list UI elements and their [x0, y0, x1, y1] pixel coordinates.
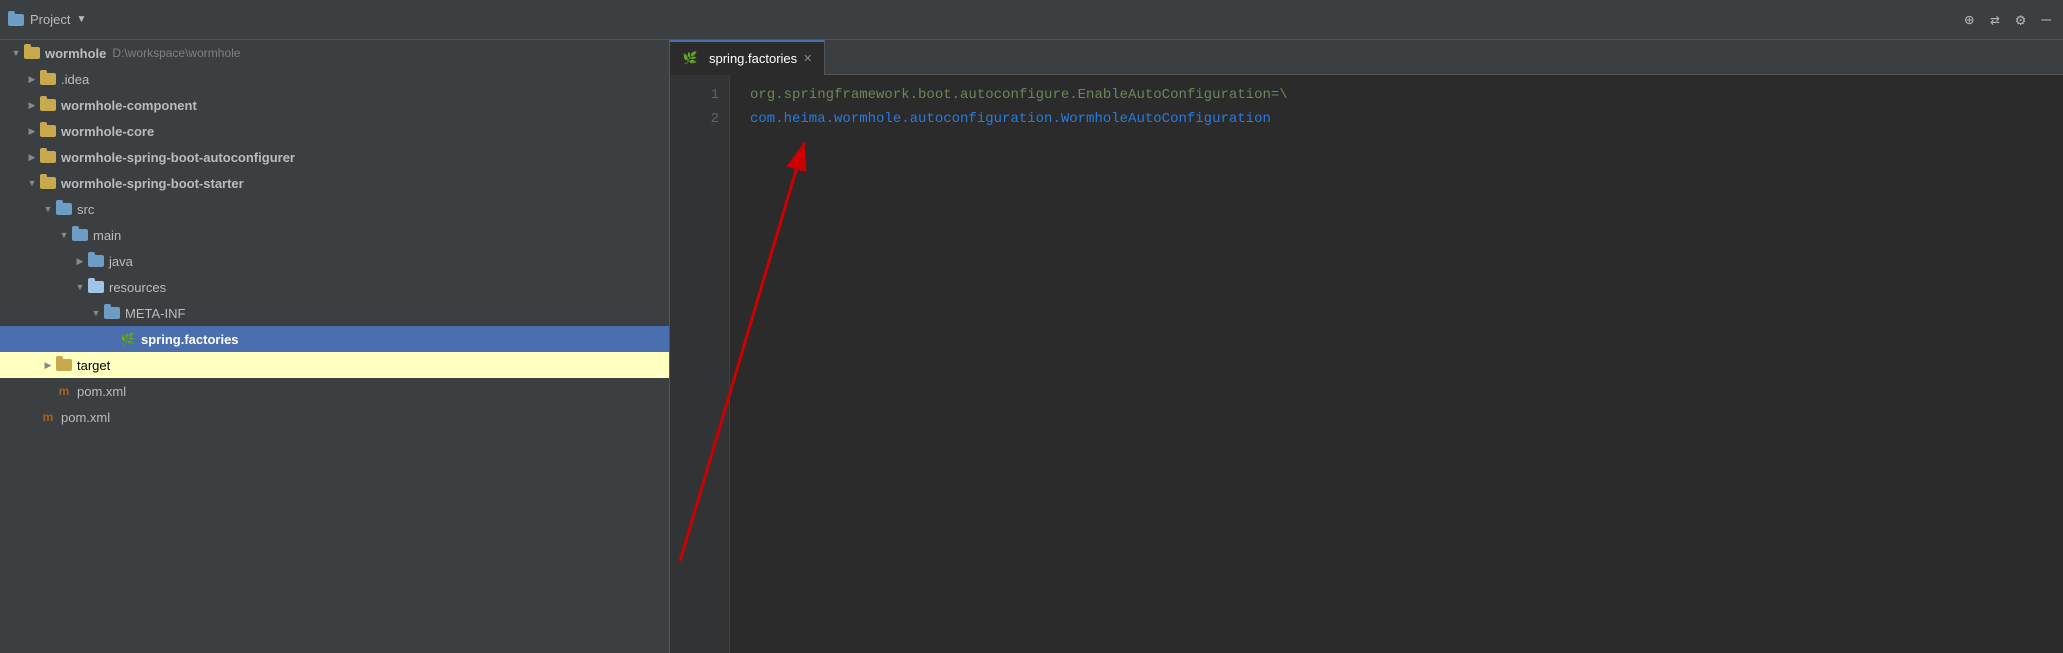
tree-label-java: java — [109, 254, 133, 269]
project-dropdown-arrow[interactable]: ▼ — [76, 14, 86, 25]
add-icon[interactable]: ⊕ — [1960, 8, 1978, 32]
tree-item-resources[interactable]: resources — [0, 274, 669, 300]
expand-arrow-component — [24, 97, 40, 113]
project-folder-icon — [8, 14, 24, 26]
folder-icon-java — [88, 255, 104, 267]
folder-icon-component — [40, 99, 56, 111]
folder-icon-starter — [40, 177, 56, 189]
folder-icon-autoconfigurer — [40, 151, 56, 163]
tab-label-spring-factories: spring.factories — [709, 51, 797, 66]
folder-icon-core — [40, 125, 56, 137]
toolbar: Project ▼ ⊕ ⇄ ⚙ — — [0, 0, 2063, 40]
tree-label-src: src — [77, 202, 94, 217]
tab-bar: 🌿 spring.factories ✕ — [670, 40, 2063, 75]
tree-item-main[interactable]: main — [0, 222, 669, 248]
tab-spring-factories[interactable]: 🌿 spring.factories ✕ — [670, 40, 825, 75]
tree-item-starter[interactable]: wormhole-spring-boot-starter — [0, 170, 669, 196]
tree-item-autoconfigurer[interactable]: wormhole-spring-boot-autoconfigurer — [0, 144, 669, 170]
main-layout: wormhole D:\workspace\wormhole .idea wor… — [0, 40, 2063, 653]
project-label: Project — [30, 12, 70, 27]
expand-arrow-idea — [24, 71, 40, 87]
maven-icon-pom2: m — [40, 409, 56, 425]
folder-icon-src — [56, 203, 72, 215]
expand-arrow-main — [56, 227, 72, 243]
code-text-2: com.heima.wormhole.autoconfiguration.Wor… — [750, 111, 1271, 127]
tree-item-target[interactable]: target — [0, 352, 669, 378]
code-line-1: org.springframework.boot.autoconfigure.E… — [750, 83, 2063, 107]
line-number-2: 2 — [670, 107, 729, 131]
expand-arrow-java — [72, 253, 88, 269]
editor-area: 🌿 spring.factories ✕ 1 2 org.springframe… — [670, 40, 2063, 653]
expand-arrow-target — [40, 357, 56, 373]
folder-icon-resources — [88, 281, 104, 293]
tree-label-main: main — [93, 228, 121, 243]
minimize-icon[interactable]: — — [2037, 9, 2055, 31]
tree-item-idea[interactable]: .idea — [0, 66, 669, 92]
tree-label-target: target — [77, 358, 110, 373]
tree-item-wormhole-root[interactable]: wormhole D:\workspace\wormhole — [0, 40, 669, 66]
tree-label-wormhole: wormhole — [45, 46, 106, 61]
tree-item-java[interactable]: java — [0, 248, 669, 274]
code-text-1: org.springframework.boot.autoconfigure.E… — [750, 87, 1288, 103]
tree-label-meta-inf: META-INF — [125, 306, 185, 321]
tree-label-starter: wormhole-spring-boot-starter — [61, 176, 244, 191]
layout-icon[interactable]: ⇄ — [1986, 8, 2004, 32]
tree-label-component: wormhole-component — [61, 98, 197, 113]
tree-label-idea: .idea — [61, 72, 89, 87]
expand-arrow-starter — [24, 175, 40, 191]
expand-arrow-wormhole — [8, 45, 24, 61]
code-line-2: com.heima.wormhole.autoconfiguration.Wor… — [750, 107, 2063, 131]
tab-spring-icon: 🌿 — [682, 50, 698, 66]
expand-arrow-spring-factories — [104, 331, 120, 347]
folder-icon-target — [56, 359, 72, 371]
tab-close-button[interactable]: ✕ — [803, 52, 812, 65]
expand-arrow-pom2 — [24, 409, 40, 425]
tree-item-pom1[interactable]: m pom.xml — [0, 378, 669, 404]
spring-factories-icon: 🌿 — [120, 331, 136, 347]
tree-item-wormhole-core[interactable]: wormhole-core — [0, 118, 669, 144]
line-number-1: 1 — [670, 83, 729, 107]
project-tree: wormhole D:\workspace\wormhole .idea wor… — [0, 40, 670, 653]
project-title: Project ▼ — [8, 12, 86, 27]
tree-item-spring-factories[interactable]: 🌿 spring.factories — [0, 326, 669, 352]
editor-content: 1 2 org.springframework.boot.autoconfigu… — [670, 75, 2063, 653]
expand-arrow-pom1 — [40, 383, 56, 399]
line-numbers: 1 2 — [670, 75, 730, 653]
tree-item-wormhole-component[interactable]: wormhole-component — [0, 92, 669, 118]
tree-item-meta-inf[interactable]: META-INF — [0, 300, 669, 326]
expand-arrow-resources — [72, 279, 88, 295]
tree-label-spring-factories: spring.factories — [141, 332, 239, 347]
expand-arrow-autoconfigurer — [24, 149, 40, 165]
folder-icon-idea — [40, 73, 56, 85]
maven-icon-pom1: m — [56, 383, 72, 399]
code-area[interactable]: org.springframework.boot.autoconfigure.E… — [730, 75, 2063, 653]
folder-icon-wormhole — [24, 47, 40, 59]
folder-icon-main — [72, 229, 88, 241]
tree-path-wormhole: D:\workspace\wormhole — [112, 46, 240, 60]
settings-icon[interactable]: ⚙ — [2012, 8, 2030, 32]
tree-label-autoconfigurer: wormhole-spring-boot-autoconfigurer — [61, 150, 295, 165]
tree-item-pom2[interactable]: m pom.xml — [0, 404, 669, 430]
expand-arrow-core — [24, 123, 40, 139]
expand-arrow-meta-inf — [88, 305, 104, 321]
tree-label-pom1: pom.xml — [77, 384, 126, 399]
tree-label-core: wormhole-core — [61, 124, 154, 139]
tree-item-src[interactable]: src — [0, 196, 669, 222]
tree-label-pom2: pom.xml — [61, 410, 110, 425]
folder-icon-meta-inf — [104, 307, 120, 319]
tree-label-resources: resources — [109, 280, 166, 295]
expand-arrow-src — [40, 201, 56, 217]
